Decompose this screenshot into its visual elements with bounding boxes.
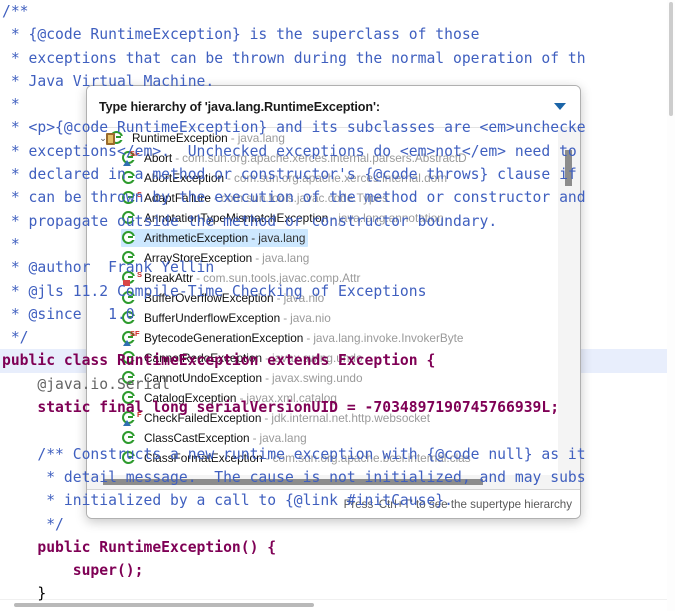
editor-vertical-scrollbar-thumb[interactable]	[669, 2, 673, 116]
name-package-separator: -	[306, 331, 311, 345]
type-package: java.nio	[290, 311, 331, 325]
code-line: * detail message. The cause is not initi…	[0, 466, 667, 489]
code-line-text: * detail message. The cause is not initi…	[2, 468, 586, 486]
code-line-text: * @jls 11.2 Compile-Time Checking of Exc…	[2, 282, 427, 300]
tree-row-content: BufferUnderflowException - java.nio	[121, 309, 334, 327]
code-line: * {@code RuntimeException} is the superc…	[0, 23, 667, 46]
code-line-text: /**	[2, 3, 29, 20]
name-package-separator: -	[265, 371, 269, 385]
type-name: ClassCastException	[144, 431, 250, 445]
class-icon-protected-static-final: SF	[121, 329, 140, 346]
code-line-text: super();	[2, 562, 144, 580]
code-line-text: public class RuntimeException extends Ex…	[2, 352, 436, 370]
code-line-text: * exceptions that can be thrown during t…	[2, 49, 586, 67]
code-line-text: */	[2, 515, 64, 533]
tree-row-content: S F BytecodeGenerationException - java.lang.…	[121, 329, 466, 347]
type-name: BytecodeGenerationException	[144, 331, 304, 345]
code-line: /**	[0, 0, 667, 23]
protected-visibility-icon	[123, 340, 131, 346]
tree-row-content: ArithmeticException - java.lang	[121, 229, 309, 247]
class-icon	[121, 230, 138, 246]
tree-row[interactable]: ClassCastException - java.lang	[87, 428, 558, 448]
editor-vertical-scrollbar[interactable]	[667, 0, 675, 611]
class-icon	[121, 430, 138, 446]
screen-root: /** * {@code RuntimeException} is the su…	[0, 0, 675, 611]
code-line-text: static final long serialVersionUID = -70…	[2, 399, 560, 417]
code-line-text: *	[2, 235, 20, 253]
code-line-text: */	[2, 329, 29, 347]
code-line-text: * can be thrown by the execution of the …	[2, 189, 586, 207]
code-line: public RuntimeException() {	[0, 536, 667, 559]
code-line-text: /** Constructs a new runtime exception w…	[2, 445, 586, 463]
code-line: * exceptions that can be thrown during t…	[0, 47, 667, 70]
code-line-text: * Java Virtual Machine.	[2, 72, 215, 90]
tree-row-selected[interactable]: ArithmeticException - java.lang	[87, 228, 558, 248]
name-package-separator: -	[252, 431, 257, 445]
code-line-text: @java.io.Serial	[2, 375, 171, 393]
chevron-down-icon[interactable]	[554, 103, 566, 110]
code-line-text: * @author Frank Yellin	[2, 259, 215, 277]
type-name: BufferUnderflowException	[144, 311, 281, 325]
code-line: * exceptions</em>. Unchecked exceptions …	[0, 140, 667, 163]
type-package: java.lang.invoke.InvokerByte	[313, 331, 464, 345]
type-package: javax.swing.undo	[272, 371, 363, 385]
code-line-text: }	[2, 585, 47, 603]
name-package-separator: -	[255, 251, 260, 265]
code-line: * declared in a method or constructor's …	[0, 163, 667, 186]
code-line-text: * declared in a method or constructor's …	[2, 166, 577, 184]
code-line-text: * <p>{@code RuntimeException} and its su…	[2, 119, 586, 137]
code-line-text: * propagate outside the method or constr…	[2, 212, 498, 230]
code-line: /** Constructs a new runtime exception w…	[0, 443, 667, 466]
type-package: java.lang	[262, 251, 310, 265]
code-line-text: * {@code RuntimeException} is the superc…	[2, 26, 480, 44]
name-package-separator: -	[251, 231, 256, 245]
code-line-text: * @since 1.0	[2, 305, 135, 323]
tree-row[interactable]: S F BytecodeGenerationException - java.lang.…	[87, 328, 558, 348]
name-package-separator: -	[283, 311, 288, 325]
editor-horizontal-scrollbar[interactable]	[0, 599, 667, 611]
final-marker-icon: F	[135, 329, 140, 338]
editor-horizontal-scrollbar-thumb[interactable]	[14, 603, 314, 607]
code-line: super();	[0, 559, 667, 582]
protected-visibility-icon	[123, 420, 131, 426]
type-name: ArithmeticException	[144, 231, 249, 245]
tree-row-content: ClassCastException - java.lang	[121, 429, 310, 447]
code-line-text: * initialized by a call to {@link #initC…	[2, 492, 453, 510]
tree-row[interactable]: BufferUnderflowException - java.nio	[87, 308, 558, 328]
type-package: java.lang	[259, 431, 307, 445]
code-line-text: public RuntimeException() {	[2, 538, 277, 556]
type-package: java.lang	[258, 231, 306, 245]
code-line-text: * exceptions</em>. Unchecked exceptions …	[2, 142, 577, 160]
code-line-text: *	[2, 96, 20, 114]
popup-title: Type hierarchy of 'java.lang.RuntimeExce…	[99, 99, 380, 114]
